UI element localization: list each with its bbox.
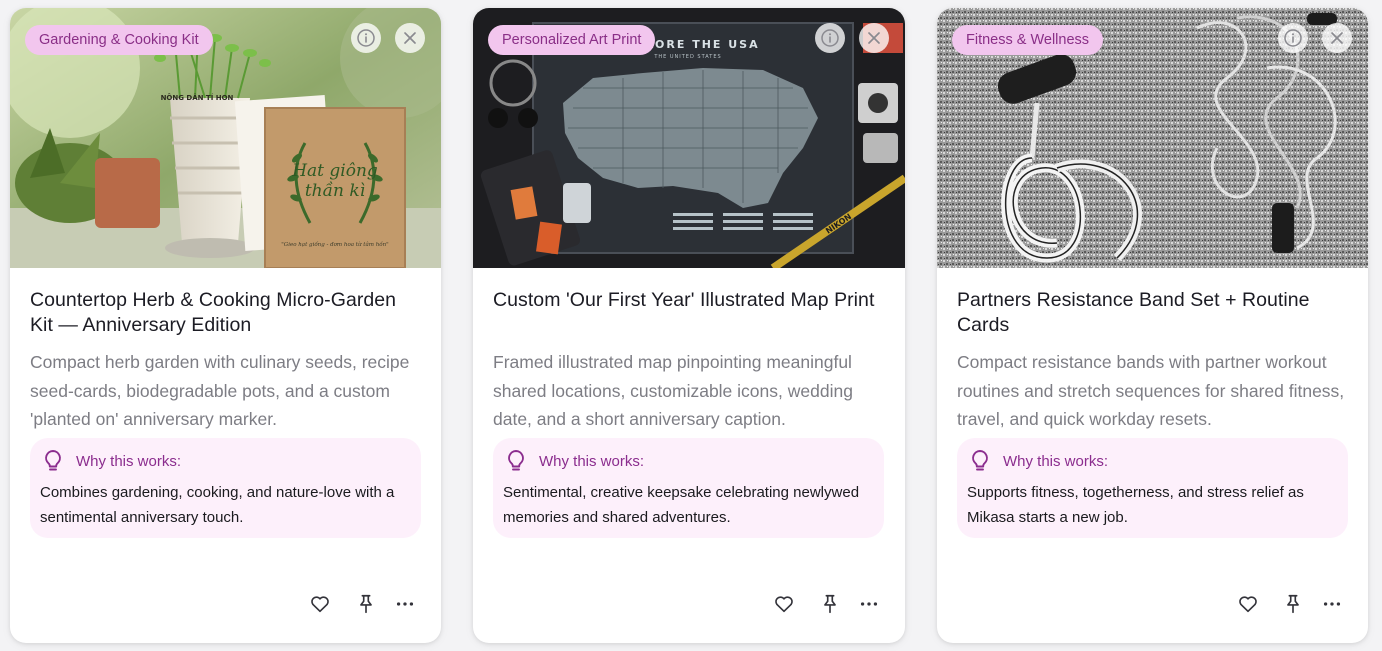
info-circle-icon [821,29,839,47]
info-circle-icon [357,29,375,47]
why-this-works-box: Why this works: Supports fitness, togeth… [957,438,1348,538]
lightbulb-icon [45,450,61,471]
why-this-works-box: Why this works: Combines gardening, cook… [30,438,421,538]
more-horizontal-icon [396,602,414,606]
like-button[interactable] [772,592,796,616]
gift-card[interactable]: Fitness & Wellness Partners Resistance B… [937,8,1368,643]
lightbulb-icon [508,450,524,471]
why-label: Why this works: [76,452,182,470]
more-horizontal-icon [1323,602,1341,606]
heart-icon [311,596,329,613]
pin-button[interactable] [354,592,378,616]
heart-icon [1239,596,1257,613]
more-options-button[interactable] [1320,592,1344,616]
gift-title: Countertop Herb & Cooking Micro-Garden K… [30,289,397,336]
packet-caption: "Gieo hạt giống - đơm hoa từ tâm hồn" [281,240,388,248]
pin-icon [824,594,836,614]
dismiss-button[interactable] [859,23,889,53]
like-button[interactable] [1236,592,1260,616]
more-options-button[interactable] [393,592,417,616]
gift-description: Compact resistance bands with partner wo… [957,352,1345,429]
heart-icon [775,596,793,613]
close-icon [404,32,416,44]
lightbulb-icon [972,450,988,471]
pin-button[interactable] [1281,592,1305,616]
packet-title-line-1: Hat giông [291,161,378,181]
card-actions [772,592,882,616]
gift-description: Compact herb garden with culinary seeds,… [30,352,410,429]
pot-label: NÔNG DÂN TÍ HON [161,93,234,102]
close-icon [1331,32,1343,44]
packet-title-line-2: thần kì [305,181,365,201]
why-text: Combines gardening, cooking, and nature-… [40,484,395,526]
gift-title: Custom 'Our First Year' Illustrated Map … [493,289,875,311]
pin-icon [1287,594,1299,614]
why-label: Why this works: [539,452,645,470]
card-actions [1236,592,1346,616]
like-button[interactable] [308,592,332,616]
map-subtitle: THE UNITED STATES [653,54,721,60]
pin-button[interactable] [818,592,842,616]
gift-card[interactable]: EXPLORE THE USA THE UNITED STATES NIKON … [473,8,905,643]
why-label: Why this works: [1003,452,1109,470]
close-icon [868,32,880,44]
info-button[interactable] [351,23,381,53]
info-button[interactable] [1278,23,1308,53]
dismiss-button[interactable] [1322,23,1352,53]
category-tag: Gardening & Cooking Kit [25,25,213,55]
category-tag: Fitness & Wellness [952,25,1104,55]
category-tag: Personalized Art Print [488,25,656,55]
recommendation-grid: Hat giông thần kì "Gieo hạt giống - đơm … [0,0,1382,651]
more-options-button[interactable] [857,592,881,616]
pin-icon [360,594,372,614]
more-horizontal-icon [860,602,878,606]
card-actions [308,592,418,616]
gift-description: Framed illustrated map pinpointing meani… [493,352,853,429]
info-circle-icon [1284,29,1302,47]
dismiss-button[interactable] [395,23,425,53]
why-this-works-box: Why this works: Sentimental, creative ke… [493,438,884,538]
why-text: Supports fitness, togetherness, and stre… [967,484,1304,526]
info-button[interactable] [815,23,845,53]
gift-title: Partners Resistance Band Set + Routine C… [957,289,1310,336]
why-text: Sentimental, creative keepsake celebrati… [503,484,860,526]
gift-card[interactable]: Hat giông thần kì "Gieo hạt giống - đơm … [10,8,441,643]
